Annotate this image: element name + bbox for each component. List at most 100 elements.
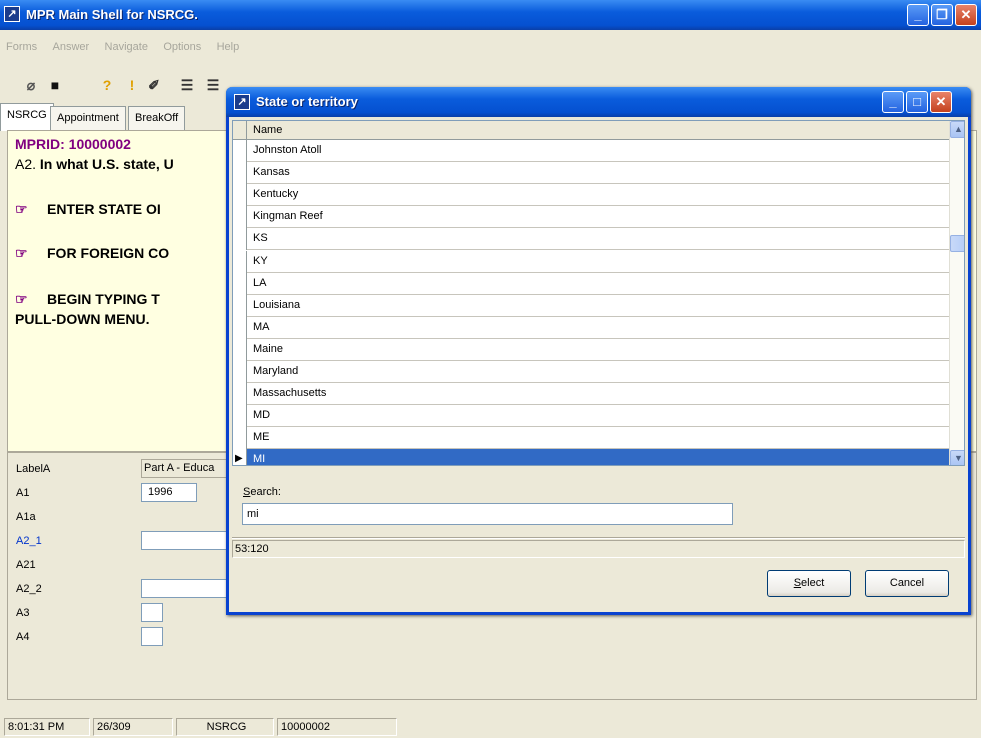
- field-input-a2-2[interactable]: [141, 579, 231, 598]
- menu-bar: Forms Answer Navigate Options Help: [0, 30, 981, 60]
- row-selector-header: [233, 121, 247, 140]
- menu-forms[interactable]: Forms: [6, 41, 37, 53]
- scroll-thumb[interactable]: [950, 235, 964, 252]
- menu-answer[interactable]: Answer: [53, 41, 90, 53]
- doc-icon[interactable]: ☰: [178, 76, 196, 94]
- dialog-minimize-button[interactable]: _: [882, 91, 904, 113]
- row-selector[interactable]: [233, 272, 247, 295]
- main-titlebar[interactable]: ↗ MPR Main Shell for NSRCG. _ ❐ ✕: [0, 0, 981, 30]
- list-item-label: KY: [253, 254, 268, 267]
- list-item-label: Maryland: [253, 365, 299, 377]
- list-item-label: MD: [253, 409, 271, 422]
- field-label-a21: A21: [16, 559, 36, 571]
- dialog-titlebar[interactable]: ↗ State or territory _ □ ✕: [226, 87, 971, 117]
- row-selector[interactable]: [233, 338, 247, 361]
- dialog-title: State or territory: [256, 94, 358, 109]
- eraser-icon[interactable]: ⌀: [22, 76, 40, 94]
- row-selector[interactable]: [233, 250, 247, 273]
- row-selector[interactable]: [233, 449, 247, 465]
- instruction-1: ☞ ENTER STATE OI: [15, 201, 161, 217]
- minimize-button[interactable]: _: [907, 4, 929, 26]
- column-name-header[interactable]: Name: [253, 124, 282, 136]
- pointing-hand-icon: ☞: [15, 245, 28, 261]
- list-scrollbar[interactable]: ▲ ▼: [949, 121, 964, 465]
- list-item[interactable]: Johnston Atoll: [233, 140, 949, 162]
- scroll-up-arrow-icon[interactable]: ▲: [950, 121, 964, 138]
- list-item[interactable]: Kingman Reef: [233, 206, 949, 229]
- field-label-a1a: A1a: [16, 511, 36, 523]
- tab-nsrcg[interactable]: NSRCG: [0, 103, 54, 131]
- dialog-close-button[interactable]: ✕: [930, 91, 952, 113]
- instruction-3-text: BEGIN TYPING T: [47, 291, 160, 307]
- list-item-label: Kansas: [253, 166, 290, 179]
- list-item[interactable]: KS: [233, 228, 949, 251]
- instruction-3: ☞ BEGIN TYPING T: [15, 291, 160, 307]
- instruction-2-text: FOR FOREIGN CO: [47, 245, 170, 261]
- list-item[interactable]: LA: [233, 272, 949, 295]
- app-icon: ↗: [4, 6, 20, 22]
- list-item-label: MI: [253, 453, 266, 466]
- doc2-icon[interactable]: ☰: [204, 76, 222, 94]
- field-label-labela: LabelA: [16, 463, 51, 475]
- app-window: ↗ MPR Main Shell for NSRCG. _ ❐ ✕ Forms …: [0, 0, 981, 738]
- state-dialog: ↗ State or territory _ □ ✕ Name Johnston…: [226, 87, 971, 615]
- field-label-a4: A4: [16, 631, 30, 643]
- state-list[interactable]: Name Johnston Atoll Kansas Kentucky Kingman…: [232, 120, 965, 466]
- dialog-app-icon: ↗: [234, 94, 250, 110]
- row-selector[interactable]: [233, 140, 247, 162]
- row-selector[interactable]: [233, 162, 247, 185]
- field-input-a1[interactable]: 1996: [141, 483, 197, 502]
- search-input[interactable]: mi: [242, 503, 733, 525]
- field-input-a2-1[interactable]: [141, 531, 231, 550]
- list-item[interactable]: ME: [233, 427, 949, 450]
- row-selector[interactable]: [233, 294, 247, 317]
- menu-navigate[interactable]: Navigate: [105, 41, 148, 53]
- list-item-label: Maine: [253, 342, 283, 355]
- status-time: 8:01:31 PM: [4, 718, 90, 736]
- row-selector[interactable]: [233, 316, 247, 339]
- row-selector[interactable]: [233, 184, 247, 207]
- list-item[interactable]: Kentucky: [233, 184, 949, 207]
- list-item[interactable]: Maine: [233, 338, 949, 361]
- row-selector[interactable]: [233, 405, 247, 428]
- cancel-button[interactable]: Cancel: [865, 570, 949, 597]
- match-count: 53:120: [232, 540, 965, 558]
- list-item[interactable]: Maryland: [233, 361, 949, 383]
- scroll-down-arrow-icon[interactable]: ▼: [950, 450, 964, 465]
- list-item[interactable]: Massachusetts: [233, 383, 949, 406]
- list-item[interactable]: MA: [233, 316, 949, 339]
- restore-button[interactable]: ❐: [931, 4, 953, 26]
- tab-appointment[interactable]: Appointment: [50, 106, 126, 130]
- tab-breakoff[interactable]: BreakOff: [128, 106, 186, 130]
- help-icon[interactable]: ?: [98, 76, 116, 94]
- attach-icon[interactable]: ✐: [145, 76, 163, 94]
- list-item-label: MA: [253, 320, 270, 333]
- close-button[interactable]: ✕: [955, 4, 977, 26]
- pointing-hand-icon: ☞: [15, 201, 28, 217]
- status-survey: NSRCG: [176, 718, 274, 736]
- field-label-a2-2: A2_2: [16, 583, 42, 595]
- menu-options[interactable]: Options: [163, 41, 201, 53]
- menu-help[interactable]: Help: [217, 41, 240, 53]
- status-id: 10000002: [277, 718, 397, 736]
- field-input-a3[interactable]: [141, 603, 163, 622]
- select-button[interactable]: Select: [767, 570, 851, 597]
- field-input-a4[interactable]: [141, 627, 163, 646]
- field-label-a2-1: A2_1: [16, 535, 42, 547]
- list-item[interactable]: MD: [233, 405, 949, 428]
- row-selector[interactable]: [233, 361, 247, 383]
- mprid-label: MPRID: 10000002: [15, 136, 131, 152]
- row-selector[interactable]: [233, 383, 247, 406]
- row-selector[interactable]: [233, 427, 247, 450]
- row-selector[interactable]: [233, 228, 247, 251]
- instruction-2: ☞ FOR FOREIGN CO: [15, 245, 169, 261]
- list-item[interactable]: MI: [233, 449, 949, 466]
- alert-icon[interactable]: !: [123, 76, 141, 94]
- list-item-label: Johnston Atoll: [253, 144, 322, 156]
- list-item[interactable]: Kansas: [233, 162, 949, 185]
- row-selector[interactable]: [233, 206, 247, 229]
- list-item[interactable]: KY: [233, 250, 949, 273]
- dialog-maximize-button[interactable]: □: [906, 91, 928, 113]
- save-icon[interactable]: ■: [46, 76, 64, 94]
- list-item[interactable]: Louisiana: [233, 294, 949, 317]
